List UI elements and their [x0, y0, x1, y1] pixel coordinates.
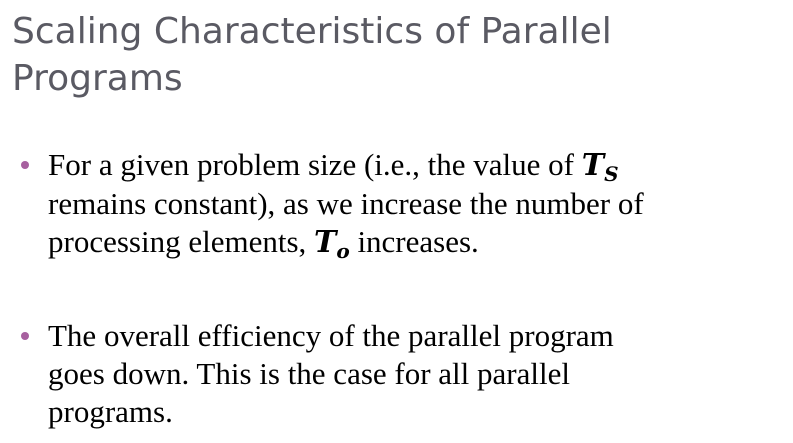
math-symbol-ts: TS: [581, 148, 619, 186]
bullet-text-1: For a given problem size (i.e., the valu…: [48, 146, 788, 262]
bullet-marker-icon: [21, 332, 29, 340]
slide-title: Scaling Characteristics of Parallel Prog…: [12, 11, 612, 99]
math-to-subscript: o: [336, 239, 350, 263]
bullet-1-line-3-after: increases.: [349, 224, 479, 259]
bullet-1-line-1: For a given problem size (i.e., the valu…: [48, 146, 788, 185]
math-symbol-to: To: [314, 225, 350, 263]
bullet-text-2: The overall efficiency of the parallel p…: [48, 317, 788, 431]
bullet-1-line-3: processing elements, To increases.: [48, 223, 788, 262]
bullet-2-line-3: programs.: [48, 394, 173, 429]
bullet-1-line-2: remains constant), as we increase the nu…: [48, 186, 644, 221]
bullet-1-line-3-before: processing elements,: [48, 224, 315, 259]
bullet-marker-icon: [21, 161, 29, 169]
bullet-2-line-1: The overall efficiency of the parallel p…: [48, 318, 614, 353]
slide: Scaling Characteristics of Parallel Prog…: [0, 0, 793, 443]
math-ts-subscript: S: [604, 162, 619, 186]
math-ts-base: T: [581, 148, 605, 183]
bullet-1-line-1-text: For a given problem size (i.e., the valu…: [48, 147, 582, 182]
math-to-base: T: [314, 225, 337, 260]
bullet-2-line-2: goes down. This is the case for all para…: [48, 356, 570, 391]
